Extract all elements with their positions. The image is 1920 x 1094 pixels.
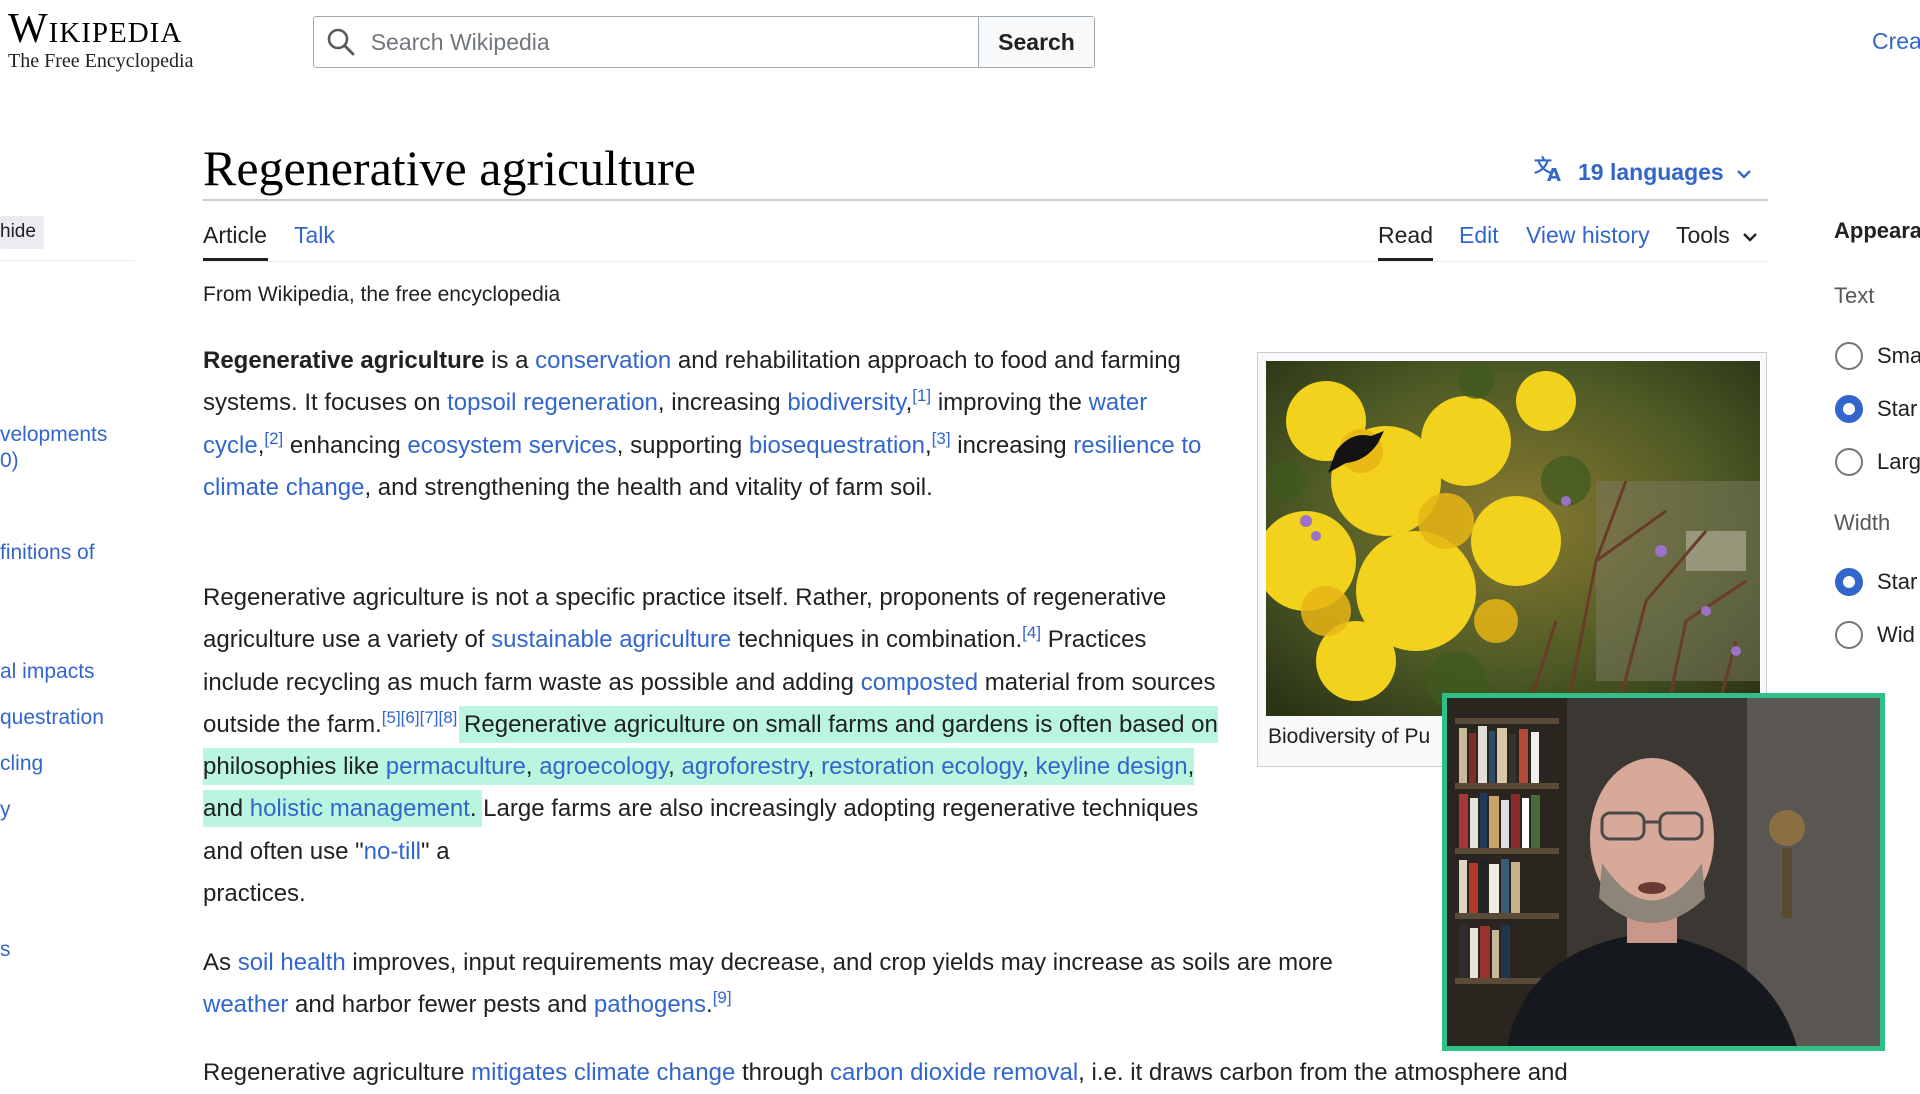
page-title: Regenerative agriculture xyxy=(203,140,696,196)
width-label: Width xyxy=(1834,510,1891,535)
text-size-label: Text xyxy=(1834,283,1875,308)
search-button[interactable]: Search xyxy=(978,17,1094,67)
tab-read[interactable]: Read xyxy=(1378,222,1433,249)
link-permaculture[interactable]: permaculture xyxy=(386,753,526,780)
wikipedia-logo[interactable]: Wikipedia The Free Encyclopedia xyxy=(8,6,193,72)
link-weather[interactable]: weather xyxy=(203,991,288,1018)
citation-9[interactable]: [9] xyxy=(713,988,732,1007)
search-input[interactable] xyxy=(368,27,978,57)
link-carbon-dioxide-removal[interactable]: carbon dioxide removal xyxy=(830,1059,1078,1086)
toc-item[interactable]: velopments xyxy=(0,422,107,448)
link-pathogens[interactable]: pathogens xyxy=(594,991,706,1018)
paragraph-climate: Regenerative agriculture mitigates clima… xyxy=(203,1059,1568,1086)
paragraph-intro: Regenerative agriculture is a conservati… xyxy=(203,347,1202,501)
link-topsoil-regeneration[interactable]: topsoil regeneration xyxy=(447,389,658,416)
wikipedia-wordmark: Wikipedia xyxy=(8,6,183,52)
tabs-divider xyxy=(203,261,1768,262)
toc-item[interactable]: y xyxy=(0,797,11,823)
create-account-link[interactable]: Crea xyxy=(1872,28,1920,55)
tools-label: Tools xyxy=(1676,222,1730,248)
link-soil-health[interactable]: soil health xyxy=(238,949,346,976)
text-size-large-radio[interactable]: Larg xyxy=(1835,448,1920,476)
tab-edit[interactable]: Edit xyxy=(1459,222,1499,249)
link-biodiversity[interactable]: biodiversity xyxy=(787,389,905,416)
toc-item[interactable]: 0) xyxy=(0,448,19,474)
language-button[interactable]: 文A 19 languages xyxy=(1534,155,1752,189)
citation-1[interactable]: [1] xyxy=(912,386,931,405)
paragraph-practices: Regenerative agriculture is not a specif… xyxy=(203,584,1218,908)
citation-3[interactable]: [3] xyxy=(932,429,951,448)
link-biosequestration[interactable]: biosequestration xyxy=(749,432,925,459)
citation-2[interactable]: [2] xyxy=(264,429,283,448)
tab-talk[interactable]: Talk xyxy=(294,222,335,249)
toc-item[interactable]: questration xyxy=(0,705,104,731)
tools-menu-button[interactable]: Tools xyxy=(1676,222,1758,249)
link-no-till[interactable]: no-till xyxy=(364,838,421,865)
search-box: Search xyxy=(313,16,1095,68)
link-mitigates-climate-change[interactable]: mitigates climate change xyxy=(471,1059,735,1086)
text-size-standard-radio[interactable]: Star xyxy=(1835,395,1917,423)
search-icon xyxy=(314,27,369,57)
paragraph-soil-health: As soil health improves, input requireme… xyxy=(203,949,1333,1019)
bold-term: Regenerative agriculture xyxy=(203,347,485,374)
title-divider xyxy=(203,199,1768,201)
link-ecosystem-services[interactable]: ecosystem services xyxy=(407,432,616,459)
toc-divider xyxy=(0,260,135,261)
appearance-heading: Appeara xyxy=(1834,218,1920,243)
toc-item[interactable]: s xyxy=(0,937,11,963)
link-composted[interactable]: composted xyxy=(861,669,978,696)
link-conservation[interactable]: conservation xyxy=(535,347,671,374)
tab-view-history[interactable]: View history xyxy=(1526,222,1650,249)
citation-5-8[interactable]: [5][6][7][8] xyxy=(382,708,458,727)
link-keyline-design[interactable]: keyline design xyxy=(1035,753,1187,780)
webcam-overlay xyxy=(1442,693,1885,1051)
wikipedia-tagline: The Free Encyclopedia xyxy=(8,50,194,72)
svg-text:A: A xyxy=(1547,165,1561,183)
biodiversity-photo[interactable] xyxy=(1266,361,1760,716)
width-wide-radio[interactable]: Wid xyxy=(1835,621,1915,649)
article-source-note: From Wikipedia, the free encyclopedia xyxy=(203,283,561,306)
text-size-small-radio[interactable]: Sma xyxy=(1835,342,1920,370)
width-standard-radio[interactable]: Star xyxy=(1835,568,1917,596)
toc-hide-button[interactable]: hide xyxy=(0,216,44,249)
chevron-down-icon xyxy=(1742,222,1758,249)
tab-article[interactable]: Article xyxy=(203,222,267,249)
toc-item[interactable]: finitions of xyxy=(0,540,95,566)
toc-item[interactable]: al impacts xyxy=(0,659,95,685)
infobox-caption: Biodiversity of Pu xyxy=(1268,725,1431,748)
link-holistic-management[interactable]: holistic management xyxy=(250,795,470,822)
citation-4[interactable]: [4] xyxy=(1022,623,1041,642)
link-sustainable-agriculture[interactable]: sustainable agriculture xyxy=(491,626,731,653)
link-agroecology[interactable]: agroecology xyxy=(539,753,668,780)
language-count: 19 languages xyxy=(1578,158,1724,185)
link-restoration-ecology[interactable]: restoration ecology xyxy=(821,753,1022,780)
chevron-down-icon xyxy=(1736,159,1752,186)
translate-icon: 文A xyxy=(1534,155,1566,189)
toc-item[interactable]: cling xyxy=(0,751,43,777)
link-agroforestry[interactable]: agroforestry xyxy=(682,753,808,780)
